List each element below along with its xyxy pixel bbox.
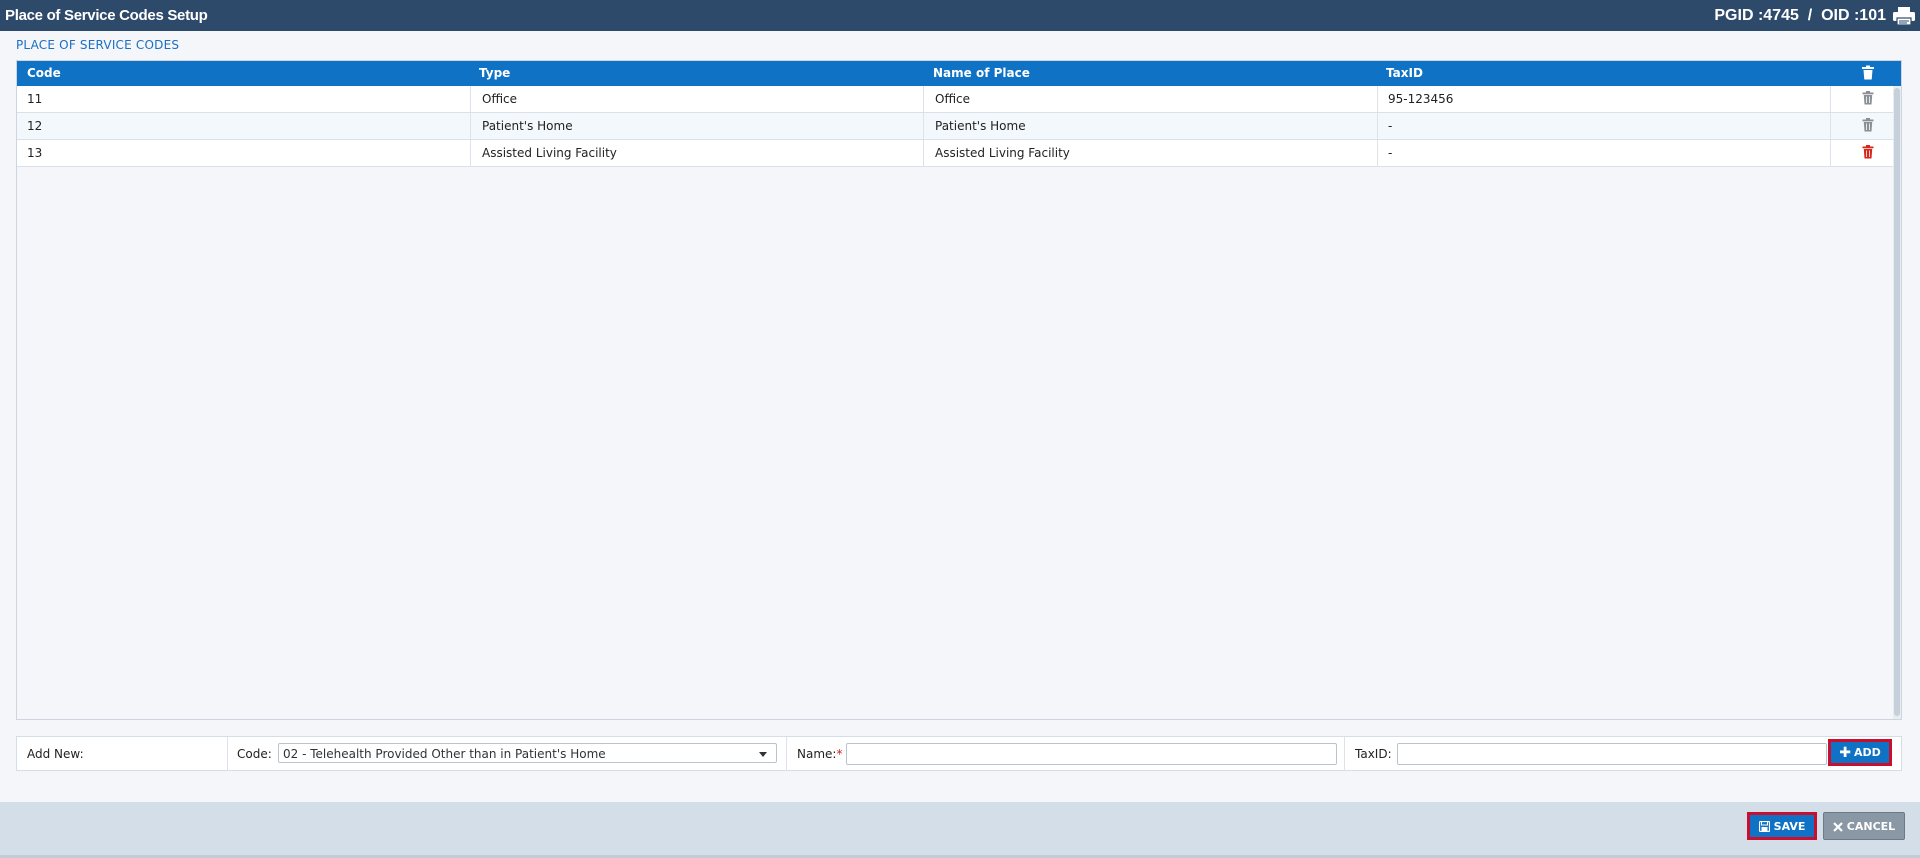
plus-icon: ✚ <box>1839 744 1851 761</box>
save-button[interactable]: SAVE <box>1747 812 1817 840</box>
cell-type: Assisted Living Facility <box>482 146 617 160</box>
service-codes-grid: Code Type Name of Place TaxID 11 Office … <box>16 60 1902 720</box>
taxid-input[interactable] <box>1397 743 1827 765</box>
title-bar: Place of Service Codes Setup PGID :4745 … <box>0 0 1920 31</box>
cell-type: Patient's Home <box>482 119 573 133</box>
table-row[interactable]: 11 Office Office 95-123456 <box>17 86 1895 113</box>
delete-row-icon[interactable] <box>1862 91 1874 105</box>
cell-type: Office <box>482 92 518 106</box>
name-label: Name:* <box>797 747 843 761</box>
section-title: PLACE OF SERVICE CODES <box>16 38 180 52</box>
taxid-label: TaxID: <box>1355 747 1392 761</box>
cancel-button[interactable]: CANCEL <box>1823 812 1905 840</box>
delete-row-icon[interactable] <box>1862 118 1874 132</box>
pgid-oid-label: PGID :4745 / OID :101 <box>1714 7 1886 24</box>
column-header-code[interactable]: Code <box>27 66 61 80</box>
cell-name-of-place: Assisted Living Facility <box>935 146 1070 160</box>
name-input[interactable] <box>846 743 1337 765</box>
close-icon <box>1833 821 1843 832</box>
cell-taxid: - <box>1388 119 1393 133</box>
required-mark: * <box>836 747 843 761</box>
delete-row-icon[interactable] <box>1862 145 1874 159</box>
cell-name-of-place: Office <box>935 92 971 106</box>
grid-header: Code Type Name of Place TaxID <box>17 61 1901 86</box>
cell-taxid: 95-123456 <box>1388 92 1454 106</box>
printer-icon[interactable] <box>1892 6 1916 26</box>
code-label: Code: <box>237 747 272 761</box>
column-header-name-of-place[interactable]: Name of Place <box>933 66 1030 80</box>
code-select-value: 02 - Telehealth Provided Other than in P… <box>283 747 606 761</box>
add-new-bar: Add New: Code: 02 - Telehealth Provided … <box>16 736 1902 771</box>
floppy-disk-icon <box>1758 820 1770 832</box>
vertical-scrollbar-thumb[interactable] <box>1894 88 1900 716</box>
code-select[interactable]: 02 - Telehealth Provided Other than in P… <box>278 743 777 763</box>
column-header-type[interactable]: Type <box>479 66 510 80</box>
column-header-taxid[interactable]: TaxID <box>1386 66 1423 80</box>
cell-code: 13 <box>27 146 43 160</box>
grid-body: 11 Office Office 95-123456 12 Patient's … <box>17 86 1895 167</box>
cell-name-of-place: Patient's Home <box>935 119 1026 133</box>
table-row[interactable]: 12 Patient's Home Patient's Home - <box>17 113 1895 140</box>
chevron-down-icon[interactable] <box>759 752 767 757</box>
footer-bar <box>0 802 1920 855</box>
window-title: Place of Service Codes Setup <box>5 7 208 24</box>
add-new-label: Add New: <box>27 747 84 761</box>
cell-code: 11 <box>27 92 43 106</box>
cell-taxid: - <box>1388 146 1393 160</box>
table-row[interactable]: 13 Assisted Living Facility Assisted Liv… <box>17 140 1895 167</box>
cell-code: 12 <box>27 119 43 133</box>
delete-all-icon[interactable] <box>1861 65 1875 80</box>
add-button[interactable]: ✚ ADD <box>1828 739 1892 766</box>
